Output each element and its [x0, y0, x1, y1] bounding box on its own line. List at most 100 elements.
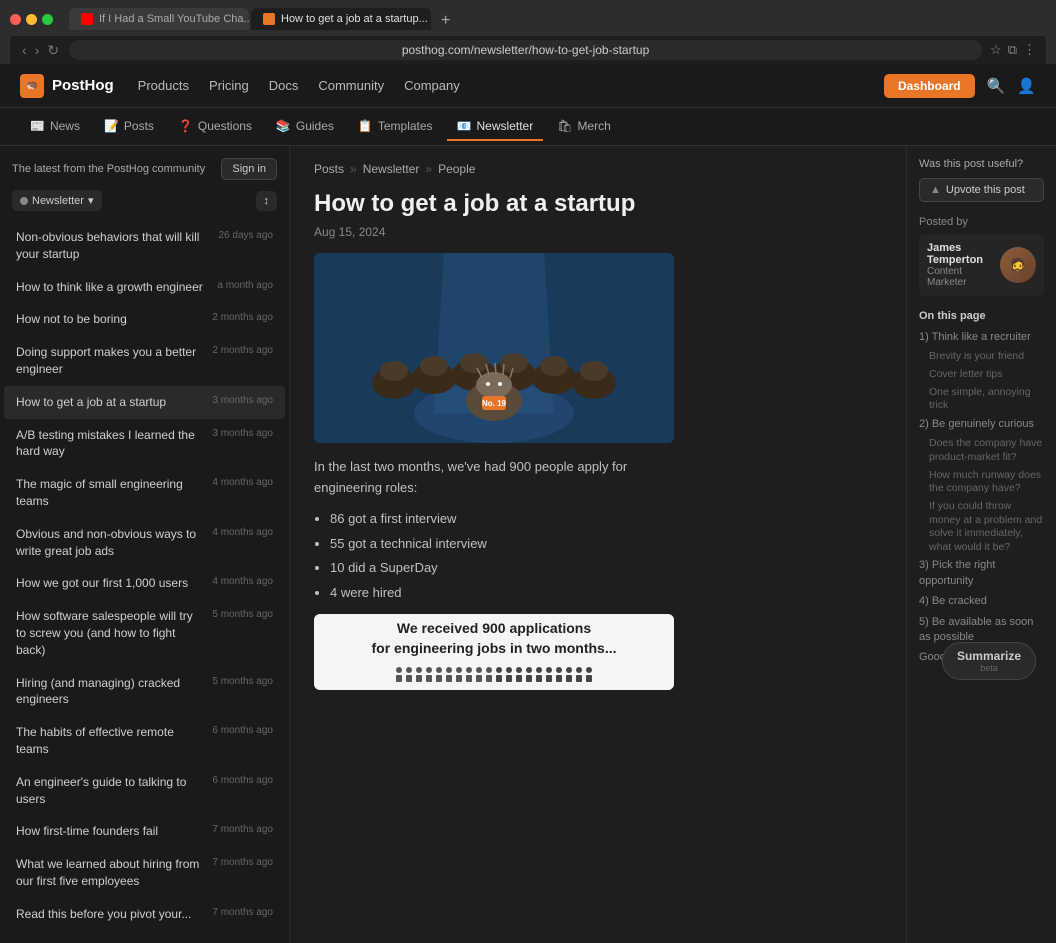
nav-products[interactable]: Products [138, 78, 189, 93]
summarize-button[interactable]: Summarize beta [942, 642, 1036, 680]
nav-company[interactable]: Company [404, 78, 460, 93]
tab-favicon-yt [81, 13, 93, 25]
right-sidebar: Was this post useful? ▲ Upvote this post… [906, 146, 1056, 943]
sidebar-item-11[interactable]: The habits of effective remote teams 6 m… [4, 716, 285, 766]
sidebar-item-12[interactable]: An engineer's guide to talking to users … [4, 766, 285, 816]
bullet-1: 55 got a technical interview [330, 534, 674, 555]
nav-item-news[interactable]: 📰 News [20, 113, 90, 141]
new-tab-btn[interactable]: + [433, 12, 458, 30]
sidebar-item-title-6: The magic of small engineering teams [16, 476, 212, 510]
dashboard-button[interactable]: Dashboard [884, 74, 975, 98]
on-page-sub-1-0[interactable]: Does the company have product-market fit… [919, 437, 1044, 464]
sidebar-item-date-11: 6 months ago [212, 725, 273, 736]
sidebar-item-title-7: Obvious and non-obvious ways to write gr… [16, 526, 212, 560]
bullet-0: 86 got a first interview [330, 509, 674, 530]
extensions-icon[interactable]: ⧉ [1008, 42, 1017, 58]
sidebar-item-date-15: 7 months ago [212, 907, 273, 918]
nav-docs[interactable]: Docs [269, 78, 299, 93]
sidebar-item-4[interactable]: How to get a job at a startup 3 months a… [4, 386, 285, 419]
nav-item-guides[interactable]: 📚 Guides [266, 113, 344, 141]
user-icon[interactable]: 👤 [1017, 77, 1036, 95]
on-page-sub-1-2[interactable]: If you could throw money at a problem an… [919, 500, 1044, 555]
sidebar-item-9[interactable]: How software salespeople will try to scr… [4, 600, 285, 666]
sidebar-item-14[interactable]: What we learned about hiring from our fi… [4, 848, 285, 898]
templates-icon: 📋 [358, 119, 373, 133]
newsletter-dropdown-icon: ▾ [88, 194, 94, 207]
infographic-icons [394, 665, 594, 685]
useful-label: Was this post useful? [919, 158, 1044, 170]
nav-community[interactable]: Community [318, 78, 384, 93]
breadcrumb-newsletter[interactable]: Newsletter [363, 162, 420, 176]
top-nav-links: Products Pricing Docs Community Company [138, 78, 884, 93]
sidebar-item-date-5: 3 months ago [212, 428, 273, 439]
breadcrumb-people[interactable]: People [438, 162, 475, 176]
article-intro: In the last two months, we've had 900 pe… [314, 457, 674, 499]
nav-item-templates[interactable]: 📋 Templates [348, 113, 443, 141]
sidebar-item-8[interactable]: How we got our first 1,000 users 4 month… [4, 567, 285, 600]
menu-icon[interactable]: ⋮ [1023, 42, 1036, 58]
svg-text:No. 19: No. 19 [482, 399, 507, 408]
sort-button[interactable]: ↕ [256, 191, 278, 211]
sidebar-controls: Newsletter ▾ ↕ [0, 190, 289, 221]
sidebar-item-title-2: How not to be boring [16, 311, 212, 328]
on-page-section-0[interactable]: 1) Think like a recruiter [919, 330, 1044, 345]
url-bar[interactable] [69, 40, 982, 60]
sidebar-item-10[interactable]: Hiring (and managing) cracked engineers … [4, 667, 285, 717]
breadcrumb-posts[interactable]: Posts [314, 162, 344, 176]
tab-title-ph: How to get a job at a startup... [281, 13, 428, 25]
on-page-section-2[interactable]: 3) Pick the right opportunity [919, 558, 1044, 589]
search-icon[interactable]: 🔍 [987, 77, 1006, 95]
logo[interactable]: 🦔 PostHog [20, 74, 114, 98]
nav-item-questions[interactable]: ❓ Questions [168, 113, 262, 141]
new-tab-icon: + [441, 12, 450, 30]
sidebar-item-date-4: 3 months ago [212, 395, 273, 406]
sidebar-item-6[interactable]: The magic of small engineering teams 4 m… [4, 468, 285, 518]
on-page-sub-1-1[interactable]: How much runway does the company have? [919, 469, 1044, 496]
upvote-button[interactable]: ▲ Upvote this post [919, 178, 1044, 202]
on-page-sub-0-2[interactable]: One simple, annoying trick [919, 386, 1044, 413]
sidebar-item-date-10: 5 months ago [212, 676, 273, 687]
nav-merch-label: Merch [577, 119, 610, 133]
browser-tab-ph[interactable]: How to get a job at a startup... ✕ [251, 8, 431, 30]
address-bar: ‹ › ↻ ☆ ⧉ ⋮ [10, 36, 1046, 64]
sidebar-item-title-14: What we learned about hiring from our fi… [16, 856, 212, 890]
nav-posts-label: Posts [124, 119, 154, 133]
nav-item-merch[interactable]: 🛍 Merch [547, 113, 621, 141]
nav-pricing[interactable]: Pricing [209, 78, 249, 93]
sidebar-item-0[interactable]: Non-obvious behaviors that will kill you… [4, 221, 285, 271]
back-btn[interactable]: ‹ [20, 42, 29, 59]
on-page-sub-0-0[interactable]: Brevity is your friend [919, 350, 1044, 364]
sidebar-item-7[interactable]: Obvious and non-obvious ways to write gr… [4, 518, 285, 568]
sign-in-button[interactable]: Sign in [221, 158, 277, 180]
bookmark-icon[interactable]: ☆ [990, 42, 1002, 58]
secondary-nav: 📰 News 📝 Posts ❓ Questions 📚 Guides 📋 Te… [0, 108, 1056, 146]
nav-item-posts[interactable]: 📝 Posts [94, 113, 164, 141]
sidebar-item-13[interactable]: How first-time founders fail 7 months ag… [4, 815, 285, 848]
minimize-window-btn[interactable] [26, 14, 37, 25]
sidebar-header: The latest from the PostHog community Si… [0, 158, 289, 190]
newsletter-selector[interactable]: Newsletter ▾ [12, 190, 102, 211]
on-page-section-4[interactable]: 5) Be available as soon as possible [919, 615, 1044, 646]
close-window-btn[interactable] [10, 14, 21, 25]
sidebar-item-15[interactable]: Read this before you pivot your... 7 mon… [4, 898, 285, 931]
sidebar-item-1[interactable]: How to think like a growth engineer a mo… [4, 271, 285, 304]
maximize-window-btn[interactable] [42, 14, 53, 25]
sidebar-item-date-2: 2 months ago [212, 312, 273, 323]
nav-item-newsletter[interactable]: 📧 Newsletter [447, 113, 544, 141]
sidebar-item-title-10: Hiring (and managing) cracked engineers [16, 675, 212, 709]
nav-buttons: ‹ › ↻ [20, 42, 61, 59]
refresh-btn[interactable]: ↻ [45, 42, 61, 59]
on-page-section: On this page 1) Think like a recruiter B… [919, 310, 1044, 666]
browser-tab-yt[interactable]: If I Had a Small YouTube Cha... ✕ [69, 8, 249, 30]
browser-top: If I Had a Small YouTube Cha... ✕ How to… [10, 8, 1046, 30]
sidebar-item-5[interactable]: A/B testing mistakes I learned the hard … [4, 419, 285, 469]
on-page-section-1[interactable]: 2) Be genuinely curious [919, 417, 1044, 432]
infographic-text: We received 900 applications for enginee… [372, 619, 617, 658]
sidebar-item-2[interactable]: How not to be boring 2 months ago [4, 303, 285, 336]
sidebar-item-3[interactable]: Doing support makes you a better enginee… [4, 336, 285, 386]
on-page-section-3[interactable]: 4) Be cracked [919, 594, 1044, 609]
forward-btn[interactable]: › [33, 42, 42, 59]
author-name: James Temperton [927, 242, 992, 266]
bullet-2: 10 did a SuperDay [330, 558, 674, 579]
on-page-sub-0-1[interactable]: Cover letter tips [919, 368, 1044, 382]
